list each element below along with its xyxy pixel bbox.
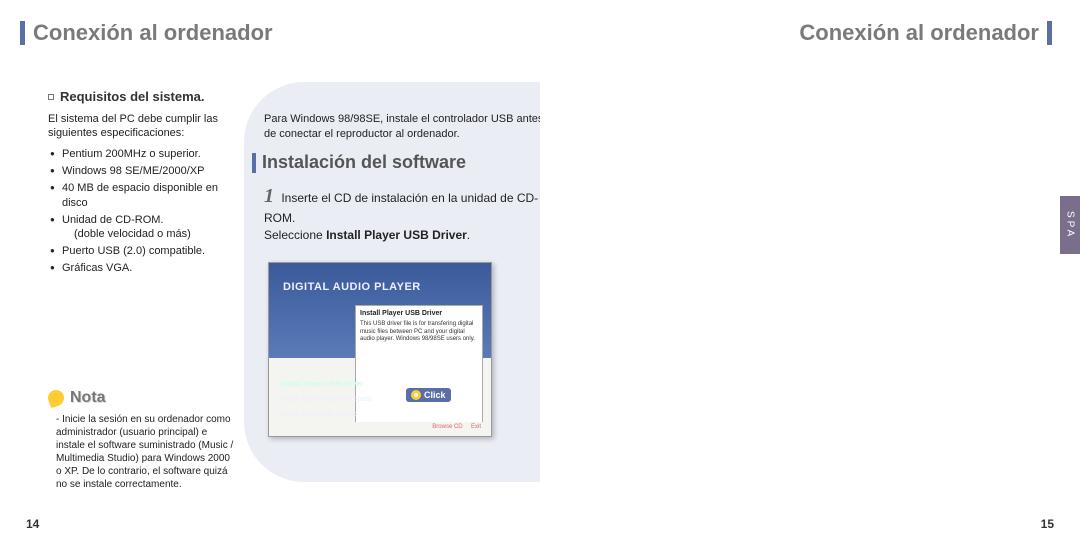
header-bar-icon: [1047, 21, 1052, 45]
nota-label: Nota: [70, 388, 106, 409]
nota-head: Nota: [48, 388, 238, 409]
req-item: Windows 98 SE/ME/2000/XP: [50, 164, 233, 179]
page-right: Conexión al ordenador SPA 15: [540, 0, 1080, 539]
install-box-title: Install Player USB Driver: [360, 310, 478, 318]
lightbulb-icon: [46, 388, 67, 409]
section-bar-icon: [252, 153, 256, 173]
req-item: 40 MB de espacio disponible en disco: [50, 181, 233, 211]
language-tab: SPA: [1060, 196, 1080, 254]
nota-block: Nota - Inicie la sesión en su ordenador …: [48, 388, 238, 491]
usb-note: Para Windows 98/98SE, instale el control…: [264, 112, 554, 142]
brand-label: DIGITAL AUDIO PLAYER: [283, 281, 421, 293]
req-item: Pentium 200MHz o superior.: [50, 147, 233, 162]
page-spread: Conexión al ordenador Requisitos del sis…: [0, 0, 1080, 539]
step-subtext-bold: Install Player USB Driver: [326, 228, 467, 242]
nota-text: - Inicie la sesión en su ordenador como …: [48, 413, 238, 491]
req-item: Puerto USB (2.0) compatible.: [50, 244, 233, 259]
req-intro: El sistema del PC debe cumplir las sigui…: [48, 112, 233, 142]
click-callout: Click: [406, 388, 451, 402]
req-item: Gráficas VGA.: [50, 261, 233, 276]
installer-bottom-bar: Browse CD Exit: [269, 422, 491, 436]
header-right: Conexión al ordenador: [540, 18, 1080, 48]
page-number-left: 14: [26, 517, 39, 531]
step-subtext-post: .: [467, 228, 470, 242]
step-text: Inserte el CD de instalación en la unida…: [264, 191, 538, 225]
system-requirements: Requisitos del sistema. El sistema del P…: [48, 88, 233, 278]
installer-menu: Install Player USB Driver Install Samsun…: [281, 381, 373, 426]
header-left: Conexión al ordenador: [0, 18, 540, 48]
req-list: Pentium 200MHz o superior. Windows 98 SE…: [48, 147, 233, 276]
section-title: Instalación del software: [262, 152, 466, 173]
page-left: Conexión al ordenador Requisitos del sis…: [0, 0, 540, 539]
req-title-row: Requisitos del sistema.: [48, 88, 233, 106]
header-bar-icon: [20, 21, 25, 45]
page-number-right: 15: [1041, 517, 1054, 531]
square-bullet-icon: [48, 94, 54, 100]
menu-item-usb-driver[interactable]: Install Player USB Driver: [281, 381, 373, 388]
section-header: Instalación del software: [252, 152, 466, 173]
step-1: 1 Inserte el CD de instalación en la uni…: [264, 182, 564, 244]
install-box-text: This USB driver file is for transfering …: [360, 321, 478, 343]
page-title-left: Conexión al ordenador: [33, 20, 273, 46]
installer-menu-screenshot: DIGITAL AUDIO PLAYER Install Player USB …: [268, 262, 492, 437]
exit-link[interactable]: Exit: [471, 424, 481, 430]
menu-item-multimedia-studio[interactable]: Install Multimedia Studio: [281, 411, 373, 418]
step-subtext-pre: Seleccione: [264, 228, 323, 242]
browse-cd-link[interactable]: Browse CD: [432, 424, 462, 430]
step-number: 1: [264, 185, 274, 207]
pointer-icon: [411, 390, 421, 400]
page-title-right: Conexión al ordenador: [799, 20, 1039, 46]
req-title: Requisitos del sistema.: [60, 88, 205, 106]
req-item: Unidad de CD-ROM. (doble velocidad o más…: [50, 213, 233, 243]
install-info-box: Install Player USB Driver This USB drive…: [355, 305, 483, 425]
menu-item-music-studio[interactable]: Install Samsung Music Studio: [281, 396, 373, 403]
